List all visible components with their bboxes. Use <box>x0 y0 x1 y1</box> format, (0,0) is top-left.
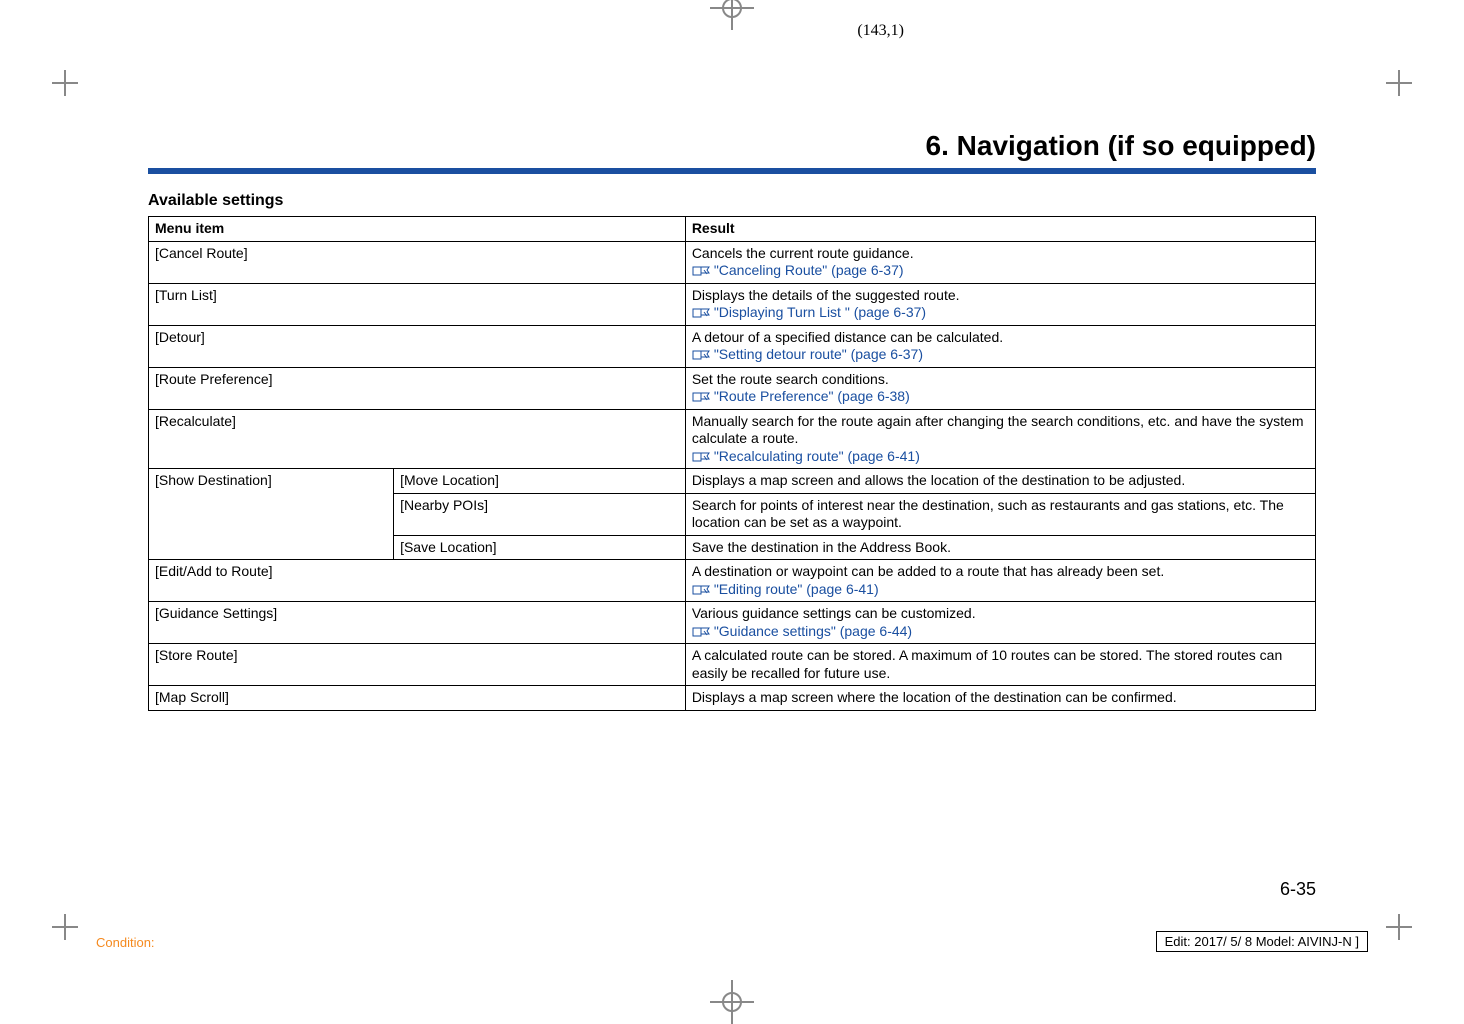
book-hand-icon <box>692 265 710 277</box>
submenu-cell: [Move Location] <box>394 469 686 494</box>
cross-ref: "Recalculating route" (page 6-41) <box>692 448 920 464</box>
table-row: [Cancel Route] Cancels the current route… <box>149 241 1316 283</box>
menu-cell: [Guidance Settings] <box>149 602 686 644</box>
result-cell: Displays the details of the suggested ro… <box>685 283 1315 325</box>
table-row: [Detour] A detour of a specified distanc… <box>149 325 1316 367</box>
menu-cell: [Cancel Route] <box>149 241 686 283</box>
col-header-result: Result <box>685 217 1315 242</box>
result-cell: A destination or waypoint can be added t… <box>685 560 1315 602</box>
cross-ref-text: "Editing route" (page 6-41) <box>714 581 879 597</box>
table-row: [Edit/Add to Route] A destination or way… <box>149 560 1316 602</box>
submenu-cell: [Nearby POIs] <box>394 493 686 535</box>
page-content: 6. Navigation (if so equipped) Available… <box>148 130 1316 910</box>
cross-ref: "Guidance settings" (page 6-44) <box>692 623 912 639</box>
cross-ref: "Route Preference" (page 6-38) <box>692 388 910 404</box>
cross-ref-text: "Displaying Turn List " (page 6-37) <box>714 304 926 320</box>
registration-mark-bottom <box>710 980 754 1024</box>
cross-ref-text: "Route Preference" (page 6-38) <box>714 388 910 404</box>
table-row: [Store Route] A calculated route can be … <box>149 644 1316 686</box>
result-desc: Manually search for the route again afte… <box>692 413 1304 447</box>
result-cell: Set the route search conditions. "Route … <box>685 367 1315 409</box>
table-row: [Show Destination] [Move Location] Displ… <box>149 469 1316 494</box>
result-cell: Displays a map screen where the location… <box>685 686 1315 711</box>
chapter-title: 6. Navigation (if so equipped) <box>148 130 1316 162</box>
result-desc: A detour of a specified distance can be … <box>692 329 1003 345</box>
submenu-cell: [Save Location] <box>394 535 686 560</box>
footer-condition: Condition: <box>96 935 155 950</box>
book-hand-icon <box>692 626 710 638</box>
crop-mark-bl <box>52 914 78 940</box>
table-row: [Map Scroll] Displays a map screen where… <box>149 686 1316 711</box>
cross-ref: "Canceling Route" (page 6-37) <box>692 262 904 278</box>
cross-ref-text: "Guidance settings" (page 6-44) <box>714 623 912 639</box>
book-hand-icon <box>692 584 710 596</box>
table-header-row: Menu item Result <box>149 217 1316 242</box>
result-desc: Various guidance settings can be customi… <box>692 605 976 621</box>
book-hand-icon <box>692 307 710 319</box>
table-row: [Route Preference] Set the route search … <box>149 367 1316 409</box>
cross-ref-text: "Canceling Route" (page 6-37) <box>714 262 904 278</box>
menu-cell: [Turn List] <box>149 283 686 325</box>
result-cell: Search for points of interest near the d… <box>685 493 1315 535</box>
result-cell: Manually search for the route again afte… <box>685 409 1315 469</box>
table-row: [Turn List] Displays the details of the … <box>149 283 1316 325</box>
section-subheading: Available settings <box>148 192 1316 210</box>
result-desc: Cancels the current route guidance. <box>692 245 914 261</box>
result-desc: Set the route search conditions. <box>692 371 889 387</box>
result-cell: Displays a map screen and allows the loc… <box>685 469 1315 494</box>
result-desc: A destination or waypoint can be added t… <box>692 563 1164 579</box>
book-hand-icon <box>692 451 710 463</box>
result-cell: Save the destination in the Address Book… <box>685 535 1315 560</box>
cross-ref-text: "Recalculating route" (page 6-41) <box>714 448 920 464</box>
cross-ref: "Displaying Turn List " (page 6-37) <box>692 304 926 320</box>
menu-cell: [Store Route] <box>149 644 686 686</box>
menu-cell: [Recalculate] <box>149 409 686 469</box>
cross-ref: "Setting detour route" (page 6-37) <box>692 346 923 362</box>
cross-ref: "Editing route" (page 6-41) <box>692 581 879 597</box>
crop-mark-tl <box>52 70 78 96</box>
result-desc: Displays the details of the suggested ro… <box>692 287 960 303</box>
book-hand-icon <box>692 391 710 403</box>
registration-mark-top <box>710 0 754 30</box>
page-coordinate: (143,1) <box>857 22 904 40</box>
footer-edit-info: Edit: 2017/ 5/ 8 Model: AIVINJ-N ] <box>1156 931 1368 952</box>
menu-cell: [Route Preference] <box>149 367 686 409</box>
result-cell: Various guidance settings can be customi… <box>685 602 1315 644</box>
menu-cell: [Map Scroll] <box>149 686 686 711</box>
result-cell: A detour of a specified distance can be … <box>685 325 1315 367</box>
result-cell: Cancels the current route guidance. "Can… <box>685 241 1315 283</box>
crop-mark-tr <box>1386 70 1412 96</box>
table-row: [Recalculate] Manually search for the ro… <box>149 409 1316 469</box>
menu-cell: [Detour] <box>149 325 686 367</box>
page-number: 6-35 <box>1280 879 1316 900</box>
menu-cell: [Edit/Add to Route] <box>149 560 686 602</box>
crop-mark-br <box>1386 914 1412 940</box>
book-hand-icon <box>692 349 710 361</box>
chapter-rule <box>148 168 1316 174</box>
settings-table: Menu item Result [Cancel Route] Cancels … <box>148 216 1316 711</box>
menu-cell: [Show Destination] <box>149 469 394 560</box>
col-header-menu: Menu item <box>149 217 686 242</box>
table-row: [Guidance Settings] Various guidance set… <box>149 602 1316 644</box>
result-cell: A calculated route can be stored. A maxi… <box>685 644 1315 686</box>
cross-ref-text: "Setting detour route" (page 6-37) <box>714 346 923 362</box>
